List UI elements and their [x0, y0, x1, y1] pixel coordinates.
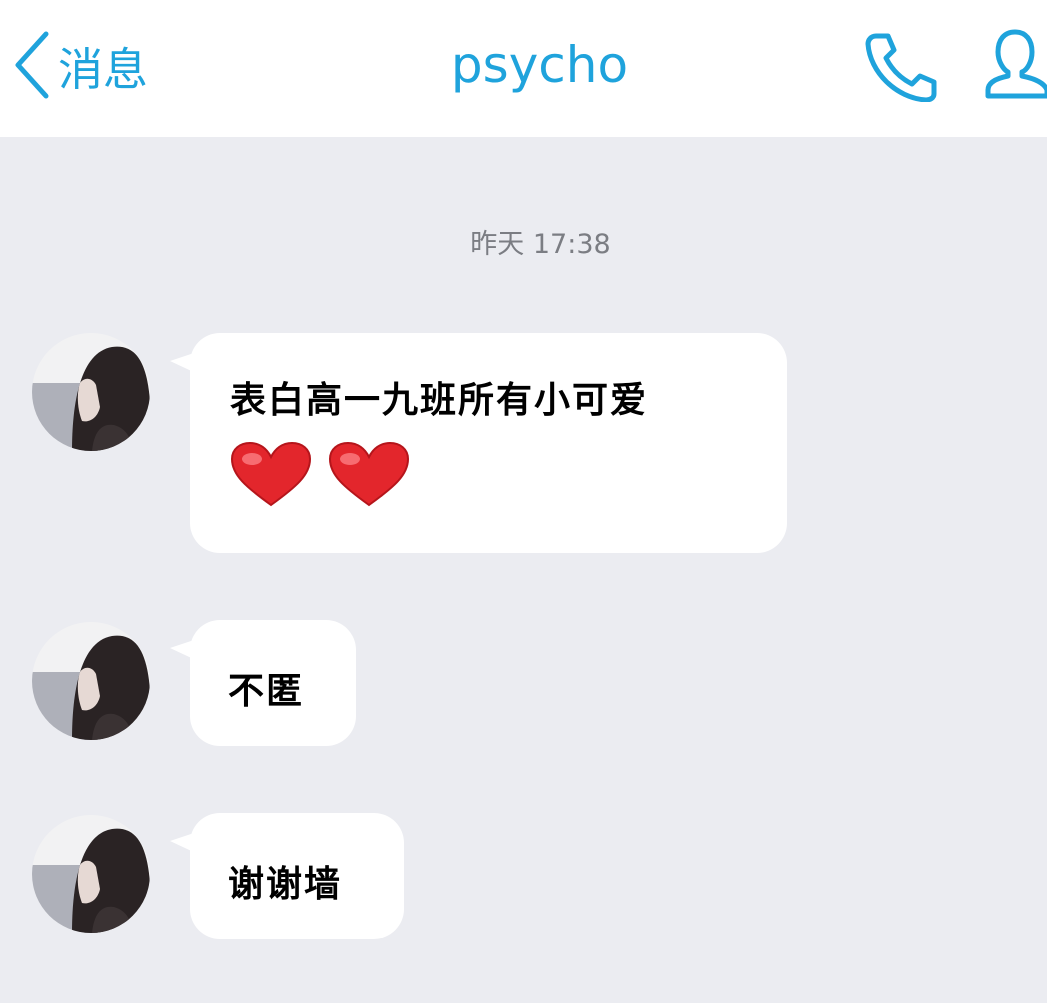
avatar[interactable]: [32, 622, 150, 740]
message-text: 不匿: [228, 671, 305, 712]
message-text: 表白高一九班所有小可爱: [230, 380, 649, 421]
heart-emoji: [230, 441, 312, 507]
call-button[interactable]: [862, 30, 938, 102]
message-text: 谢谢墙: [228, 864, 343, 905]
message-bubble[interactable]: 不匿: [170, 620, 356, 746]
avatar[interactable]: [32, 333, 150, 451]
heart-emoji: [328, 441, 410, 507]
phone-icon: [862, 30, 938, 102]
message-timestamp: 昨天 17:38: [470, 229, 611, 260]
message-bubble[interactable]: 谢谢墙: [170, 813, 404, 939]
bubble-tail: [170, 638, 200, 662]
navigation-bar: 消息 psycho: [0, 0, 1047, 137]
message-bubble[interactable]: 表白高一九班所有小可爱: [170, 333, 787, 553]
person-icon: [984, 26, 1047, 100]
profile-button[interactable]: [984, 26, 1047, 100]
bubble-tail: [170, 351, 200, 375]
emoji-row: [230, 441, 787, 507]
bubble-tail: [170, 831, 200, 855]
avatar[interactable]: [32, 815, 150, 933]
